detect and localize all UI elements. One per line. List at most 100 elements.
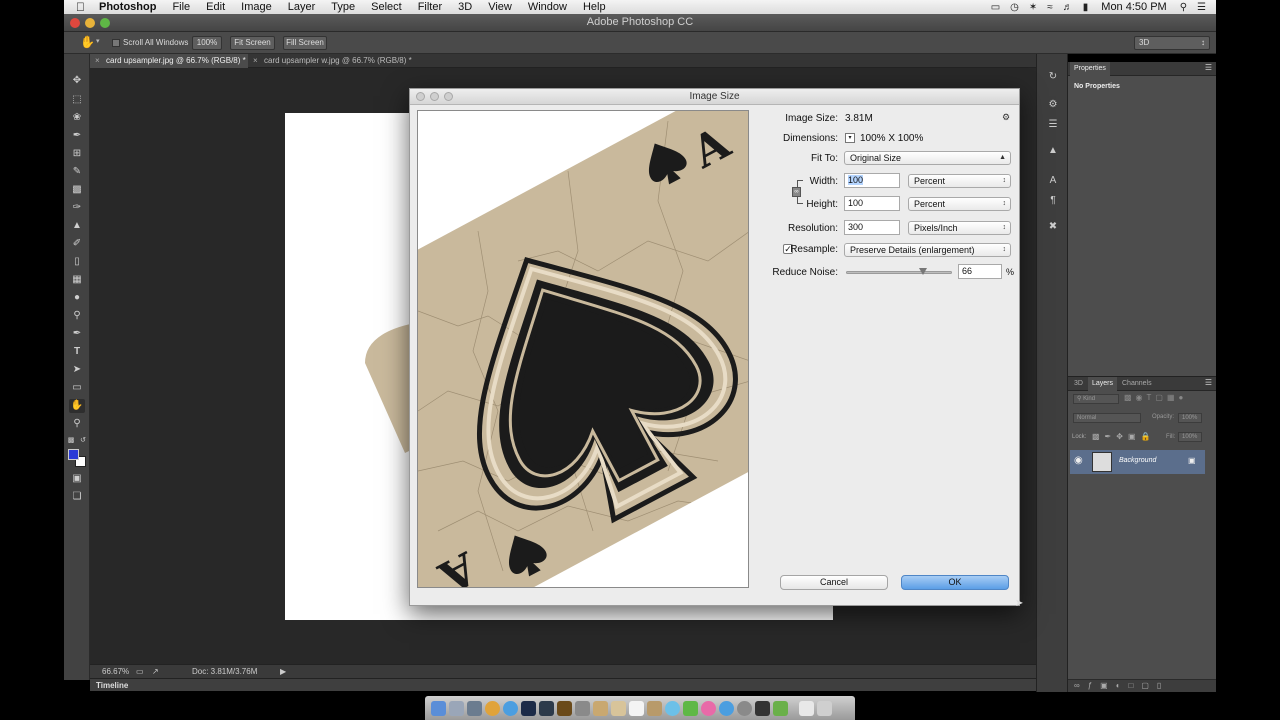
tab-channels[interactable]: Channels <box>1118 377 1156 391</box>
history-brush-tool-icon[interactable]: ✐ <box>69 237 85 251</box>
menu-type[interactable]: Type <box>323 0 363 14</box>
workspace-select[interactable]: 3D ↕ <box>1134 36 1210 50</box>
photoshop-icon[interactable] <box>521 700 536 716</box>
tab-3d[interactable]: 3D <box>1070 377 1087 391</box>
type-tool-icon[interactable]: T <box>69 345 85 359</box>
mail-icon[interactable] <box>611 700 626 716</box>
dialog-close-icon[interactable] <box>416 92 425 101</box>
tab-card-upsampler-w[interactable]: × card upsampler w.jpg @ 66.7% (RGB/8) * <box>248 54 438 68</box>
fit-to-select[interactable]: Original Size ▲ <box>844 151 1011 165</box>
time-machine-icon[interactable]: ◷ <box>1005 2 1024 13</box>
menu-image[interactable]: Image <box>233 0 280 14</box>
airplay-icon[interactable]: ▭ <box>986 2 1005 13</box>
reduce-noise-slider-track[interactable] <box>846 268 952 275</box>
launchpad-icon[interactable] <box>449 700 464 716</box>
fill-screen-button[interactable]: Fill Screen <box>283 36 327 50</box>
menu-help[interactable]: Help <box>575 0 614 14</box>
battery-icon[interactable]: ▮ <box>1078 2 1094 13</box>
tab-properties[interactable]: Properties <box>1070 62 1110 76</box>
lock-icons[interactable]: ▩✒✥▣🔒 <box>1092 432 1155 441</box>
width-input[interactable]: 100 <box>844 173 900 188</box>
fit-screen-button[interactable]: Fit Screen <box>230 36 275 50</box>
blur-tool-icon[interactable]: ● <box>69 291 85 305</box>
bridge-icon[interactable] <box>557 700 572 716</box>
history-icon[interactable]: ↻ <box>1046 70 1060 84</box>
reduce-noise-slider-thumb[interactable] <box>918 268 927 275</box>
tools-icon[interactable]: ✖ <box>1046 220 1060 234</box>
layer-footer-icons[interactable]: ∞ƒ▣◐□▢▯ <box>1074 681 1169 690</box>
chevron-down-icon[interactable]: ▾ <box>96 37 100 45</box>
image-preview[interactable]: A A <box>417 110 749 588</box>
healing-brush-tool-icon[interactable]: ▩ <box>69 183 85 197</box>
hand-tool-preset-icon[interactable]: ✋ <box>80 35 95 49</box>
dimensions-dropdown-icon[interactable]: ▾ <box>845 133 855 143</box>
screen-mode-icon[interactable]: ❏ <box>69 490 85 504</box>
finder-icon[interactable] <box>431 700 446 716</box>
dialog-minimize-icon[interactable] <box>430 92 439 101</box>
terminal-icon[interactable] <box>755 700 770 716</box>
dodge-tool-icon[interactable]: ⚲ <box>69 309 85 323</box>
chrome-icon[interactable] <box>485 700 500 716</box>
foreground-color-swatch[interactable] <box>68 449 79 460</box>
mission-control-icon[interactable] <box>467 700 482 716</box>
status-view-icon[interactable]: ▭ <box>136 665 144 679</box>
crop-tool-icon[interactable]: ⊞ <box>69 147 85 161</box>
marquee-tool-icon[interactable]: ⬚ <box>69 93 85 107</box>
apple-menu-icon[interactable]:  <box>64 0 91 14</box>
width-unit-select[interactable]: Percent ↕ <box>908 174 1011 188</box>
tool-presets-icon[interactable]: ⚙ <box>1046 98 1060 112</box>
lasso-tool-icon[interactable]: ❀ <box>69 111 85 125</box>
status-menu-arrow-icon[interactable]: ▶ <box>280 665 286 679</box>
clone-stamp-tool-icon[interactable]: ▲ <box>69 219 85 233</box>
menu-filter[interactable]: Filter <box>410 0 450 14</box>
character-icon[interactable]: A <box>1046 174 1060 188</box>
preview-icon[interactable] <box>593 700 608 716</box>
eraser-tool-icon[interactable]: ▯ <box>69 255 85 269</box>
resolution-input[interactable]: 300 <box>844 220 900 235</box>
adjustments-icon[interactable]: ☰ <box>1046 118 1060 132</box>
settings-gear-icon[interactable]: ⚙ <box>1002 112 1010 123</box>
height-unit-select[interactable]: Percent ↕ <box>908 197 1011 211</box>
move-tool-icon[interactable]: ✥ <box>69 74 85 88</box>
close-tab-icon[interactable]: × <box>253 54 258 68</box>
menu-layer[interactable]: Layer <box>280 0 324 14</box>
app-icon[interactable] <box>773 700 788 716</box>
menu-file[interactable]: File <box>164 0 198 14</box>
resolution-unit-select[interactable]: Pixels/Inch ↕ <box>908 221 1011 235</box>
menu-select[interactable]: Select <box>363 0 410 14</box>
clock[interactable]: Mon 4:50 PM <box>1093 1 1174 13</box>
wifi-icon[interactable]: ≈ <box>1042 2 1058 13</box>
share-icon[interactable]: ↗ <box>152 665 159 679</box>
volume-icon[interactable]: ♬ <box>1058 2 1078 13</box>
documents-icon[interactable] <box>799 700 814 716</box>
reduce-noise-input[interactable]: 66 <box>958 264 1002 279</box>
hand-tool-icon[interactable]: ✋ <box>69 399 85 413</box>
layer-name[interactable]: Background <box>1119 457 1156 464</box>
height-input[interactable]: 100 <box>844 196 900 211</box>
cancel-button[interactable]: Cancel <box>780 575 888 590</box>
constrain-proportions-link-icon[interactable]: ∞ <box>792 187 801 197</box>
clone-source-icon[interactable]: ▲ <box>1046 144 1060 158</box>
trash-icon[interactable] <box>817 700 832 716</box>
default-colors-icon[interactable]: ▩ <box>66 434 76 448</box>
system-preferences-icon[interactable] <box>737 700 752 716</box>
menu-3d[interactable]: 3D <box>450 0 480 14</box>
layer-row-background[interactable]: ◉ Background ▣ <box>1070 450 1205 474</box>
zoom-level[interactable]: 66.67% <box>102 665 129 679</box>
quick-select-tool-icon[interactable]: ✒ <box>69 129 85 143</box>
zoom-tool-icon[interactable]: ⚲ <box>69 417 85 431</box>
rectangle-tool-icon[interactable]: ▭ <box>69 381 85 395</box>
quick-mask-icon[interactable]: ▣ <box>69 472 85 486</box>
safari-icon[interactable] <box>503 700 518 716</box>
app-store-icon[interactable] <box>719 700 734 716</box>
path-selection-tool-icon[interactable]: ➤ <box>69 363 85 377</box>
messages-icon[interactable] <box>665 700 680 716</box>
fill-field[interactable]: 100% <box>1178 432 1202 442</box>
menu-edit[interactable]: Edit <box>198 0 233 14</box>
opacity-field[interactable]: 100% <box>1178 413 1202 423</box>
bluetooth-icon[interactable]: ✶ <box>1024 2 1042 13</box>
paragraph-icon[interactable]: ¶ <box>1046 194 1060 208</box>
spotlight-icon[interactable]: ⚲ <box>1175 2 1192 13</box>
dialog-zoom-icon[interactable] <box>444 92 453 101</box>
swap-colors-icon[interactable]: ↺ <box>78 434 88 448</box>
